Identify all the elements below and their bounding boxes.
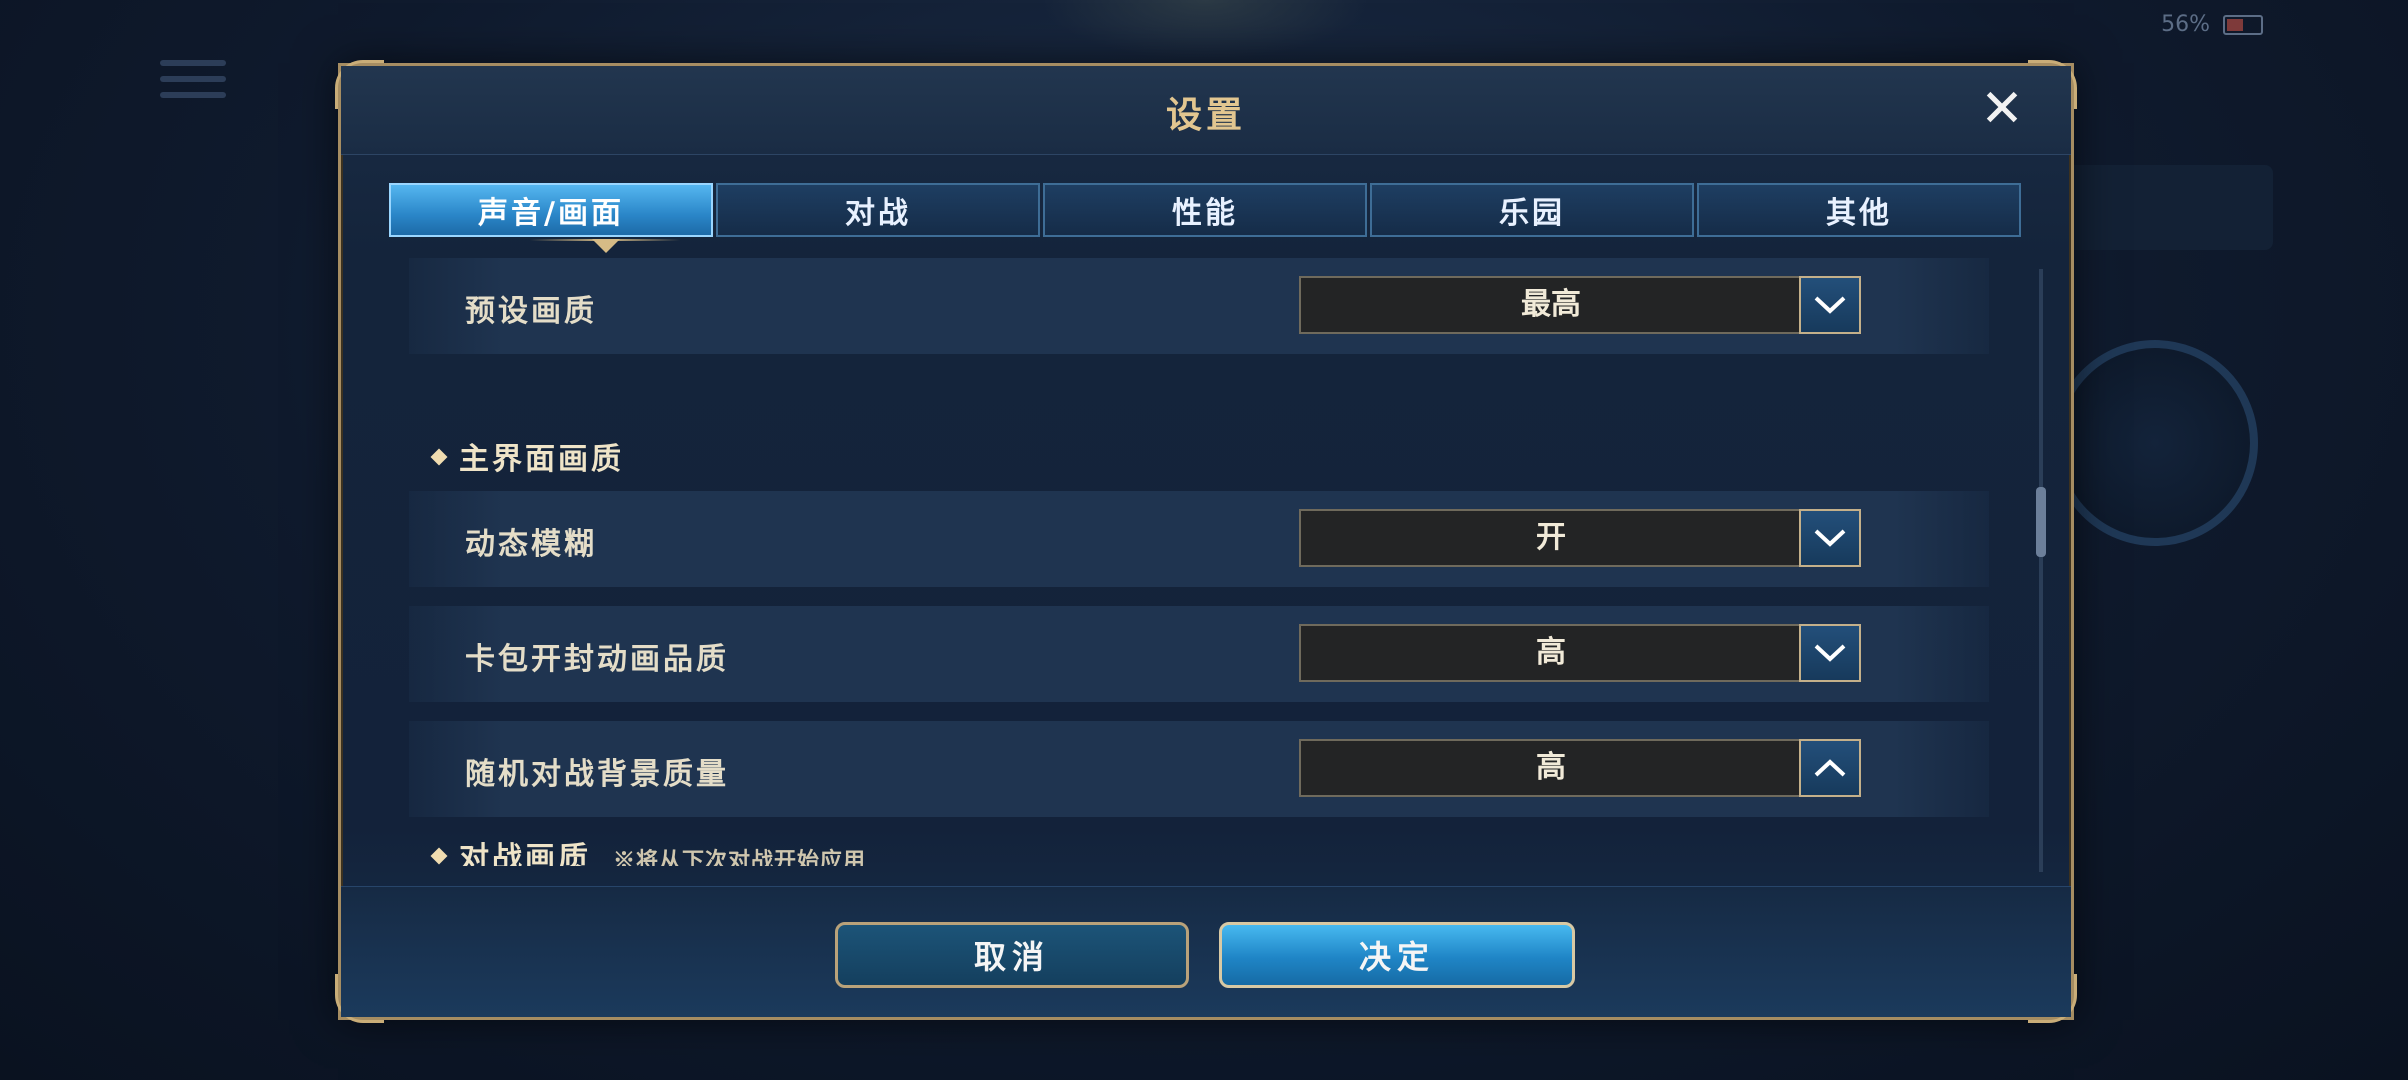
diamond-icon xyxy=(430,847,448,865)
section-duel-quality: 对战画质 ※将从下次对战开始应用 xyxy=(430,833,867,866)
select-value: 高 xyxy=(1536,750,1566,785)
menu-icon xyxy=(160,60,226,108)
tab-sound-display[interactable]: 声音/画面 xyxy=(389,183,713,237)
scrollbar[interactable] xyxy=(2036,269,2046,872)
chevron-down-icon[interactable] xyxy=(1799,624,1861,682)
section-main-screen-quality: 主界面画质 xyxy=(430,434,624,478)
random-duel-background-select[interactable]: 高 xyxy=(1299,739,1861,797)
chevron-down-icon[interactable] xyxy=(1799,509,1861,567)
setting-label: 动态模糊 xyxy=(465,527,597,562)
settings-dialog: 设置 ✕ 声音/画面 对战 性能 乐园 其他 预设画质 最高 主界面画质 动态模 xyxy=(335,60,2077,1023)
motion-blur-select[interactable]: 开 xyxy=(1299,509,1861,567)
tab-other[interactable]: 其他 xyxy=(1697,183,2021,237)
scrollbar-thumb[interactable] xyxy=(2036,487,2046,557)
chevron-up-icon[interactable] xyxy=(1799,739,1861,797)
setting-label: 卡包开封动画品质 xyxy=(465,642,729,677)
background-character xyxy=(1040,0,1370,60)
dialog-footer xyxy=(341,886,2071,1017)
dialog-title: 设置 xyxy=(1165,94,1246,136)
tab-duel[interactable]: 对战 xyxy=(716,183,1040,237)
battery-icon xyxy=(2223,15,2263,35)
setting-row-pack-open-quality: 卡包开封动画品质 高 xyxy=(409,606,1989,702)
title-bar: 设置 ✕ xyxy=(341,66,2071,155)
tab-performance[interactable]: 性能 xyxy=(1043,183,1367,237)
select-value: 开 xyxy=(1536,520,1566,555)
cancel-button[interactable]: 取消 xyxy=(835,922,1189,988)
tab-paradise[interactable]: 乐园 xyxy=(1370,183,1694,237)
preset-quality-select[interactable]: 最高 xyxy=(1299,276,1861,334)
setting-label: 预设画质 xyxy=(465,294,597,329)
tab-bar: 声音/画面 对战 性能 乐园 其他 xyxy=(389,183,2021,239)
setting-row-motion-blur: 动态模糊 开 xyxy=(409,491,1989,587)
battery-percent: 56% xyxy=(2161,12,2210,37)
confirm-button[interactable]: 决定 xyxy=(1219,922,1575,988)
close-icon[interactable]: ✕ xyxy=(1977,83,2027,135)
chevron-down-icon[interactable] xyxy=(1799,276,1861,334)
setting-row-random-duel-background: 随机对战背景质量 高 xyxy=(409,721,1989,817)
status-bar: 56% xyxy=(2161,12,2263,37)
active-tab-indicator xyxy=(530,239,680,255)
select-value: 最高 xyxy=(1521,287,1581,322)
background-circle xyxy=(2052,340,2258,546)
section-title: 对战画质 xyxy=(459,841,591,866)
section-note: ※将从下次对战开始应用 xyxy=(613,848,867,866)
pack-open-quality-select[interactable]: 高 xyxy=(1299,624,1861,682)
settings-list: 预设画质 最高 主界面画质 动态模糊 开 卡包开封动画品质 高 随机对战背景质量… xyxy=(409,258,2009,866)
section-title: 主界面画质 xyxy=(459,442,624,477)
setting-row-preset-quality: 预设画质 最高 xyxy=(409,258,1989,354)
select-value: 高 xyxy=(1536,635,1566,670)
setting-label: 随机对战背景质量 xyxy=(465,757,729,792)
diamond-icon xyxy=(430,448,448,466)
background-panel xyxy=(2053,165,2273,250)
